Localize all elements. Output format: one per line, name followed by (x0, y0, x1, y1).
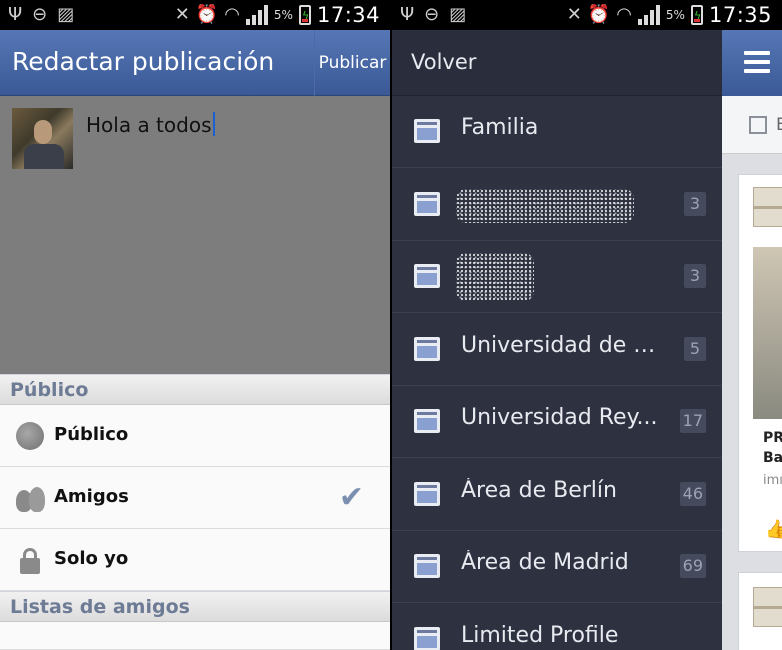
feed-card[interactable] (738, 572, 782, 650)
group-icon (414, 191, 440, 216)
alarm-icon: ⏰ (587, 4, 611, 25)
compose-screen: Ψ ⊖ ▨ ✕ ⏰ ◠ 5% ϟ 17:34 Redactar publicac… (0, 0, 390, 650)
news-feed-peek[interactable]: E PR Ba imı 👍 (722, 30, 782, 650)
clock: 17:34 (316, 3, 380, 27)
feed-header (722, 30, 782, 96)
group-item[interactable]: Limited Profile (392, 604, 722, 650)
unread-count-badge: 46 (679, 481, 706, 506)
mute-icon: ✕ (174, 4, 190, 25)
audience-option-label: Solo yo (54, 548, 129, 569)
signal-icon (245, 5, 268, 25)
usb-icon: Ψ (8, 4, 23, 25)
group-name: Universidad Rey... (461, 405, 658, 430)
audience-option-public[interactable]: Público (0, 405, 390, 467)
do-not-disturb-icon: ⊖ (424, 4, 440, 25)
mute-icon: ✕ (566, 4, 582, 25)
lock-icon (16, 546, 44, 574)
globe-icon (16, 422, 44, 450)
compose-area[interactable]: Hola a todos (0, 96, 390, 374)
unread-count-badge: 17 (679, 409, 706, 433)
card-subtitle: imı (763, 473, 782, 488)
feed-tabbar: E (722, 96, 782, 154)
do-not-disturb-icon: ⊖ (32, 4, 48, 25)
edit-icon[interactable] (749, 116, 767, 134)
compose-header: Redactar publicación Publicar (0, 30, 390, 96)
status-bar: Ψ ⊖ ▨ ✕ ⏰ ◠ 5% ϟ 17:34 (0, 0, 390, 30)
card-title-line1: PR (763, 430, 782, 446)
audience-option-only-me[interactable]: Solo yo (0, 529, 390, 591)
battery-icon: ϟ (298, 5, 311, 25)
section-header-public: Público (0, 374, 390, 405)
avatar (12, 108, 73, 169)
audience-option-friends[interactable]: Amigos ✔ (0, 467, 390, 529)
card-image (753, 247, 782, 419)
group-item[interactable]: Universidad Rey... 17 (392, 386, 722, 458)
battery-icon: ϟ (690, 5, 703, 25)
group-icon (414, 554, 440, 578)
section-header-friend-lists: Listas de amigos (0, 591, 390, 622)
group-icon (414, 481, 440, 506)
feed-card[interactable]: PR Ba imı 👍 (738, 174, 782, 552)
group-item[interactable]: Área de Madrid 69 (392, 531, 722, 603)
status-bar: Ψ ⊖ ▨ ✕ ⏰ ◠ 5% ϟ 17:35 (392, 0, 782, 30)
redacted-group-name (456, 253, 534, 301)
alarm-icon: ⏰ (195, 4, 219, 25)
menu-header: Volver (392, 30, 722, 96)
group-name: Área de Berlín (461, 477, 617, 503)
group-name: Área de Madrid (461, 550, 629, 575)
group-name: Familia (461, 115, 539, 140)
unread-count-badge: 3 (684, 264, 706, 288)
card-title-line2: Ba (763, 450, 782, 466)
like-icon[interactable]: 👍 (765, 519, 782, 540)
checkmark-icon: ✔ (338, 480, 364, 515)
wifi-icon: ◠ (616, 4, 632, 25)
friend-list-item[interactable] (0, 622, 390, 650)
group-item[interactable]: Área de Berlín 46 (392, 459, 722, 531)
menu-icon[interactable] (744, 51, 770, 78)
page-title: Redactar publicación (12, 47, 275, 76)
unread-count-badge: 69 (679, 554, 706, 578)
battery-percent: 5% (273, 8, 293, 22)
group-item[interactable]: Familia (392, 96, 722, 168)
audience-option-label: Amigos (54, 486, 129, 507)
tab-label-truncated: E (776, 115, 782, 135)
group-name: Universidad de M... (461, 332, 671, 358)
back-button[interactable]: Volver (411, 50, 476, 74)
unread-count-badge: 5 (684, 336, 706, 361)
group-icon (414, 626, 440, 650)
group-name: Limited Profile (461, 622, 619, 648)
groups-menu-screen: Ψ ⊖ ▨ ✕ ⏰ ◠ 5% ϟ 17:35 Volver Familia 3 3 U… (392, 0, 782, 650)
text-caret (212, 112, 215, 136)
unread-count-badge: 3 (684, 191, 706, 216)
card-thumbnail (753, 187, 782, 227)
group-icon (414, 336, 440, 361)
gallery-icon: ▨ (449, 4, 467, 25)
group-icon (414, 409, 440, 433)
clock: 17:35 (708, 3, 772, 27)
post-text-input[interactable]: Hola a todos (86, 112, 215, 137)
card-thumbnail (753, 587, 782, 627)
signal-icon (637, 5, 660, 25)
usb-icon: Ψ (400, 4, 415, 25)
publish-button[interactable]: Publicar (314, 30, 390, 96)
group-item[interactable]: 3 (392, 169, 722, 241)
gallery-icon: ▨ (57, 4, 75, 25)
redacted-group-name (456, 188, 634, 223)
friends-icon (16, 484, 45, 512)
group-icon (414, 119, 440, 143)
battery-percent: 5% (665, 8, 685, 22)
audience-option-label: Público (54, 424, 129, 445)
wifi-icon: ◠ (224, 4, 240, 25)
group-item[interactable]: Universidad de M... 5 (392, 314, 722, 386)
group-item[interactable]: 3 (392, 241, 722, 313)
group-icon (414, 264, 440, 288)
